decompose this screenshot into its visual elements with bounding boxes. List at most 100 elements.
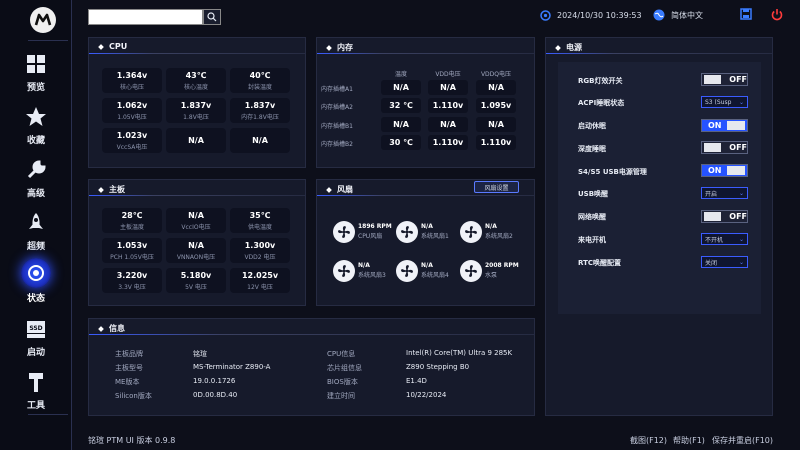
info-label: BIOS版本 xyxy=(327,378,358,386)
language-text: 简体中文 xyxy=(671,10,703,20)
acpi-sleep-select[interactable]: S3 (Susp ⌄ xyxy=(701,96,748,108)
memory-cell: N/A xyxy=(428,117,468,132)
memory-cell: 1.095v xyxy=(476,98,516,113)
sidebar-item-favorites[interactable]: 收藏 xyxy=(0,100,72,150)
rgb-toggle[interactable]: OFF xyxy=(701,73,748,86)
info-panel-title: 信息 xyxy=(98,323,125,334)
version-text: 铭瑄 PTM UI 版本 0.9.8 xyxy=(88,436,176,445)
memory-header: 温度 xyxy=(394,71,407,78)
star-icon xyxy=(23,104,49,130)
hibernate-toggle[interactable]: ON xyxy=(701,119,748,132)
power-row-label: RGB灯效开关 xyxy=(578,77,623,85)
chevron-down-icon: ⌄ xyxy=(738,189,744,197)
sidebar-item-label: 状态 xyxy=(26,294,45,304)
info-value: E1.4D xyxy=(406,377,427,385)
diamond-icon xyxy=(98,325,104,332)
info-value: 10/22/2024 xyxy=(406,391,447,399)
sidebar-item-advanced[interactable]: 高级 xyxy=(0,153,72,203)
board-tile: 1.053v PCH 1.05V电压 xyxy=(102,238,162,263)
pump-icon xyxy=(460,259,482,282)
sidebar: 预览 收藏 高级 超频 状态 SSD 启动 工具 xyxy=(0,0,72,450)
memory-cell: N/A xyxy=(476,80,516,95)
power-panel-title: 电源 xyxy=(555,42,582,53)
memory-cell: 1.110v xyxy=(428,135,468,150)
cpu-tile: N/A xyxy=(230,128,290,153)
diamond-icon xyxy=(98,43,104,50)
search-input[interactable] xyxy=(88,9,203,25)
sidebar-item-preview[interactable]: 预览 xyxy=(0,47,72,97)
sidebar-item-boot[interactable]: SSD 启动 xyxy=(0,312,72,362)
memory-panel-title: 内存 xyxy=(326,42,353,53)
memory-cell: N/A xyxy=(476,117,516,132)
board-tile: 35℃ 供电温度 xyxy=(230,208,290,233)
power-row-label: 启动休眠 xyxy=(578,122,606,130)
memory-cell: 1.110v xyxy=(476,135,516,150)
fans-panel-title: 风扇 xyxy=(326,184,353,195)
sidebar-divider xyxy=(28,40,68,41)
sidebar-item-overclock[interactable]: 超频 xyxy=(0,206,72,256)
rocket-icon xyxy=(23,210,49,236)
diamond-icon xyxy=(555,44,561,51)
cpu-tile: 1.364v 核心电压 xyxy=(102,68,162,93)
grid-icon xyxy=(23,51,49,77)
search-icon xyxy=(207,12,217,22)
info-value: MS-Terminator Z890-A xyxy=(193,363,271,371)
power-row-label: RTC唤醒配置 xyxy=(578,259,621,267)
memory-cell: 30 ℃ xyxy=(381,135,421,150)
cpu-tile: 1.837v 1.8V电压 xyxy=(166,98,226,123)
hammer-icon xyxy=(23,369,49,395)
diamond-icon xyxy=(326,44,332,51)
memory-row-label: 内存插槽B1 xyxy=(321,123,353,130)
fan-item: N/A 系统风扇2 xyxy=(460,218,521,245)
save-restart-button[interactable]: 保存并重启(F10) xyxy=(712,435,773,446)
language-selector[interactable]: 简体中文 xyxy=(653,8,703,22)
power-button[interactable] xyxy=(771,8,783,23)
power-on-ac-select[interactable]: 不开机 ⌄ xyxy=(701,233,748,245)
sidebar-item-tools[interactable]: 工具 xyxy=(0,365,72,415)
cpu-tile: 43℃ 核心温度 xyxy=(166,68,226,93)
cpu-panel-title: CPU xyxy=(98,42,127,51)
info-label: 建立时间 xyxy=(327,392,355,400)
sidebar-item-label: 超频 xyxy=(26,242,45,252)
rtc-wake-select[interactable]: 关闭 ⌄ xyxy=(701,256,748,268)
datetime-text: 2024/10/30 10:39:53 xyxy=(557,10,642,20)
memory-header: VDDQ电压 xyxy=(480,71,512,78)
fan-item: 1896 RPM CPU风扇 xyxy=(333,218,394,245)
screenshot-button[interactable]: 截图(F12) xyxy=(630,435,667,446)
info-label: CPU信息 xyxy=(327,350,356,358)
board-tile: 5.180v 5V 电压 xyxy=(166,268,226,293)
power-row-label: 来电开机 xyxy=(578,236,606,244)
sidebar-divider xyxy=(28,414,68,415)
status-eye-icon xyxy=(21,258,51,288)
memory-header: VDD电压 xyxy=(435,71,461,78)
info-value: Intel(R) Core(TM) Ultra 9 285K xyxy=(406,349,513,357)
s4s5-usb-toggle[interactable]: ON xyxy=(701,164,748,177)
fan-icon xyxy=(396,259,418,282)
diamond-icon xyxy=(326,186,332,193)
help-button[interactable]: 帮助(F1) xyxy=(673,435,705,446)
deep-sleep-toggle[interactable]: OFF xyxy=(701,141,748,154)
save-button[interactable] xyxy=(740,8,752,22)
fan-icon xyxy=(333,220,355,243)
fan-item: N/A 系统风扇4 xyxy=(396,257,457,284)
chevron-down-icon: ⌄ xyxy=(738,98,744,106)
memory-cell: 1.110v xyxy=(428,98,468,113)
power-row-label: ACPI睡眠状态 xyxy=(578,99,625,107)
fan-item: N/A 系统风扇3 xyxy=(333,257,394,284)
info-label: Silicon版本 xyxy=(115,392,152,400)
diamond-icon xyxy=(98,186,104,193)
datetime-display: 2024/10/30 10:39:53 xyxy=(540,8,642,22)
sidebar-item-status[interactable]: 状态 xyxy=(0,256,72,306)
chevron-down-icon: ⌄ xyxy=(738,258,744,266)
search-button[interactable] xyxy=(203,9,221,25)
info-label: 主板品牌 xyxy=(115,350,143,358)
memory-row-label: 内存插槽A2 xyxy=(321,104,353,111)
usb-wake-select[interactable]: 开启 ⌄ xyxy=(701,187,748,199)
board-panel-title: 主板 xyxy=(98,184,125,195)
wol-toggle[interactable]: OFF xyxy=(701,210,748,223)
cpu-tile: 1.062v 1.05V电压 xyxy=(102,98,162,123)
memory-cell: N/A xyxy=(381,117,421,132)
power-icon xyxy=(771,9,783,21)
fan-settings-button[interactable]: 风扇设置 xyxy=(474,181,519,193)
memory-row-label: 内存插槽B2 xyxy=(321,141,353,148)
